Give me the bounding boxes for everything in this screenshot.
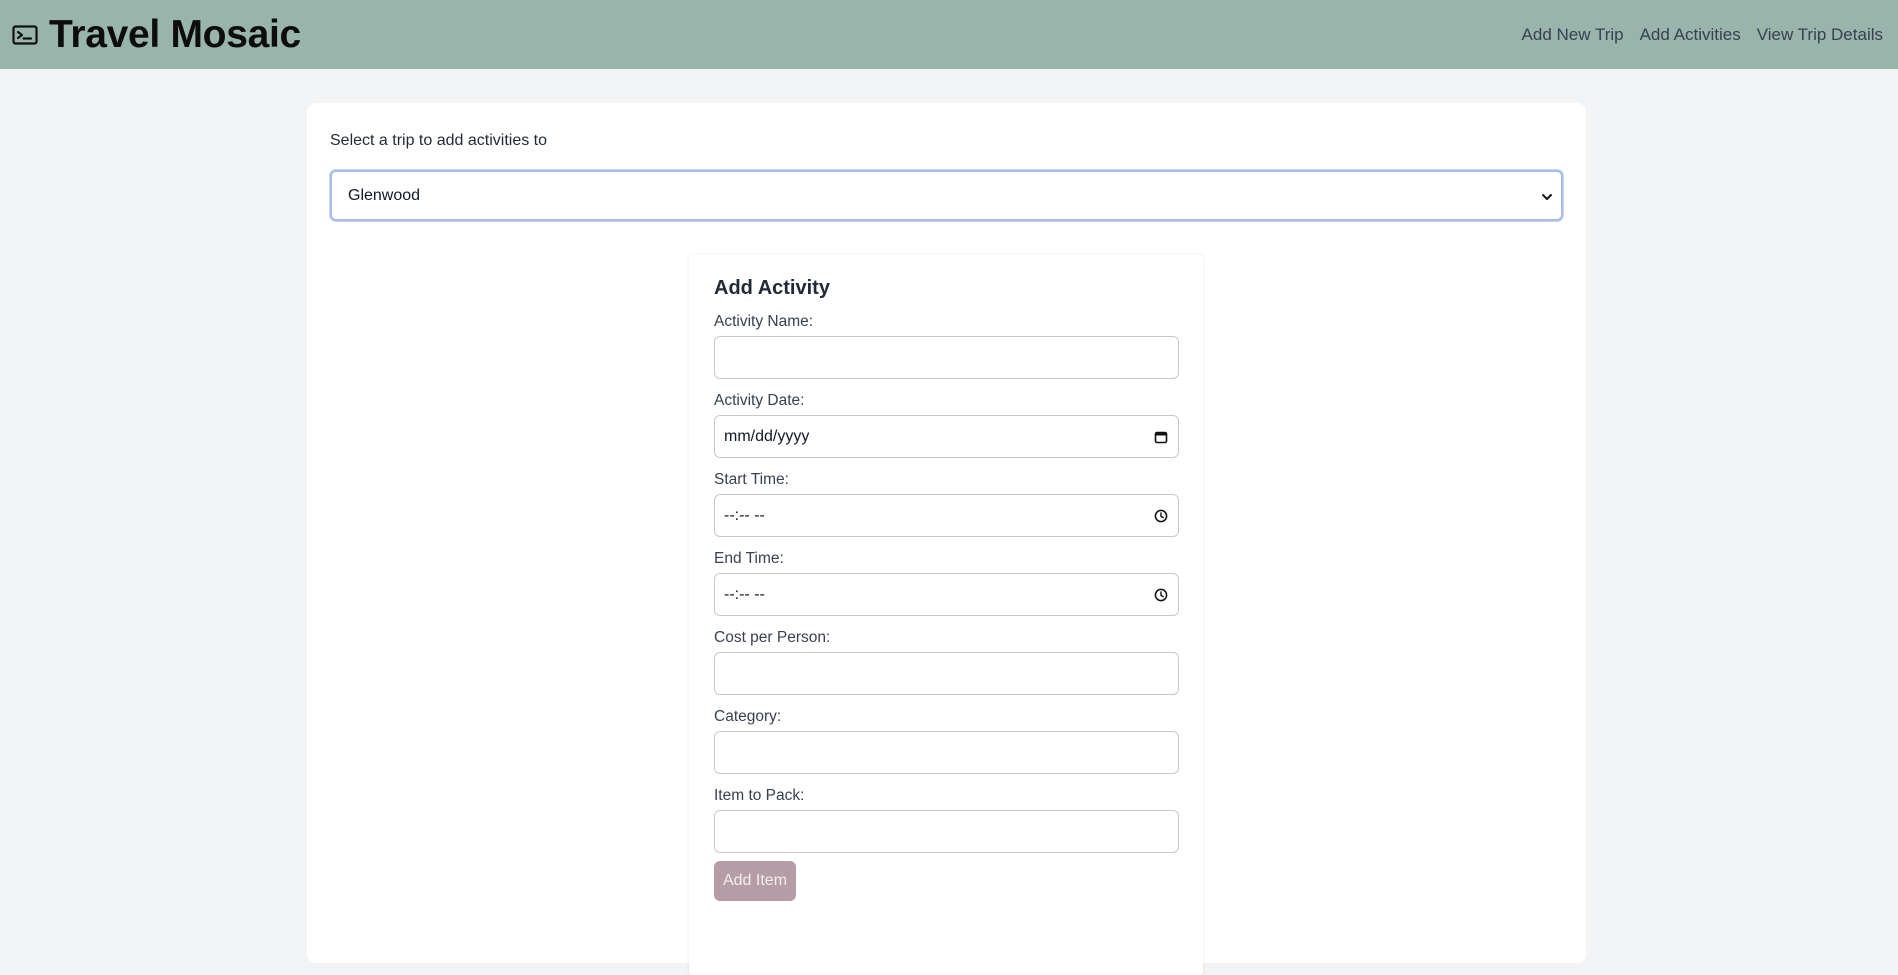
- activity-name-input[interactable]: [714, 336, 1179, 379]
- activity-date-placeholder: mm/dd/yyyy: [724, 427, 810, 445]
- end-time-label: End Time:: [714, 550, 784, 567]
- cost-per-person-field: Cost per Person:: [714, 629, 1179, 695]
- start-time-field: Start Time: --:-- --: [714, 471, 1179, 537]
- calendar-icon[interactable]: [1153, 429, 1169, 445]
- activity-name-label: Activity Name:: [714, 313, 814, 330]
- category-label: Category:: [714, 708, 782, 725]
- item-to-pack-label: Item to Pack:: [714, 787, 805, 804]
- category-field: Category:: [714, 708, 1179, 774]
- nav-link-add-new-trip[interactable]: Add New Trip: [1522, 25, 1624, 45]
- nav-links: Add New Trip Add Activities View Trip De…: [1522, 25, 1883, 45]
- cost-per-person-input[interactable]: [714, 652, 1179, 695]
- nav-link-add-activities[interactable]: Add Activities: [1640, 25, 1741, 45]
- trip-select-wrapper: Glenwood: [330, 170, 1563, 221]
- clock-icon[interactable]: [1153, 508, 1169, 524]
- end-time-field: End Time: --:-- --: [714, 550, 1179, 616]
- start-time-input[interactable]: --:-- --: [714, 494, 1179, 537]
- brand[interactable]: Travel Mosaic: [12, 13, 301, 57]
- clock-icon[interactable]: [1153, 587, 1169, 603]
- form-title: Add Activity: [714, 277, 830, 299]
- cost-per-person-label: Cost per Person:: [714, 629, 831, 646]
- item-to-pack-field: Item to Pack:: [714, 787, 1179, 853]
- end-time-placeholder: --:-- --: [724, 585, 765, 603]
- category-input[interactable]: [714, 731, 1179, 774]
- main-card: Select a trip to add activities to Glenw…: [307, 103, 1586, 975]
- add-activity-form: Add Activity Activity Name: Activity Dat…: [689, 255, 1203, 975]
- trip-select-label: Select a trip to add activities to: [330, 132, 547, 149]
- trip-select[interactable]: Glenwood: [330, 170, 1563, 221]
- nav-link-view-trip-details[interactable]: View Trip Details: [1757, 25, 1883, 45]
- trip-select-value: Glenwood: [348, 186, 421, 204]
- end-time-input[interactable]: --:-- --: [714, 573, 1179, 616]
- app-title: Travel Mosaic: [49, 12, 301, 56]
- activity-name-field: Activity Name:: [714, 313, 1179, 379]
- activity-date-input[interactable]: mm/dd/yyyy: [714, 415, 1179, 458]
- add-item-button[interactable]: Add Item: [714, 861, 796, 901]
- start-time-label: Start Time:: [714, 471, 789, 488]
- ticket-icon: [12, 24, 38, 45]
- activity-date-label: Activity Date:: [714, 392, 805, 409]
- item-to-pack-input[interactable]: [714, 810, 1179, 853]
- navbar: Travel Mosaic Add New Trip Add Activitie…: [0, 0, 1898, 69]
- start-time-placeholder: --:-- --: [724, 506, 765, 524]
- activity-date-field: Activity Date: mm/dd/yyyy: [714, 392, 1179, 458]
